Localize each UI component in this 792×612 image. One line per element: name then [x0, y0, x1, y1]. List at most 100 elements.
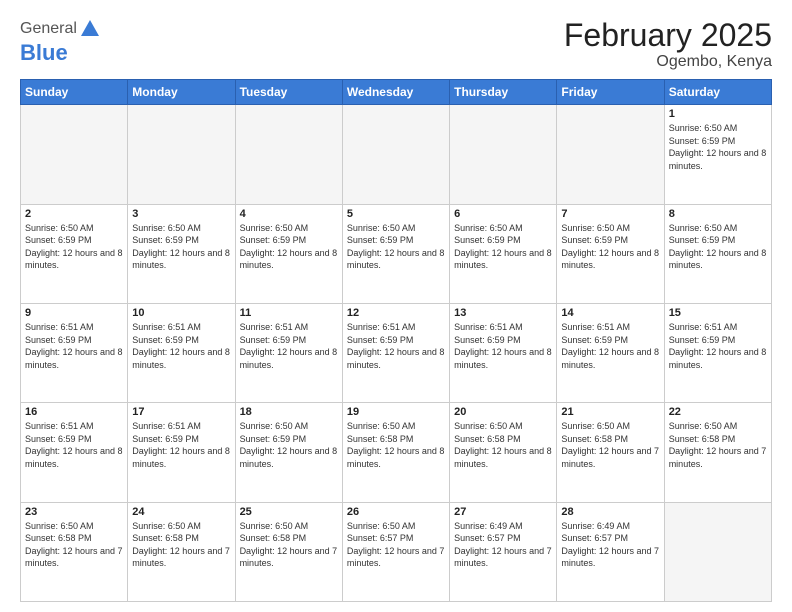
day-info: Sunrise: 6:51 AM Sunset: 6:59 PM Dayligh…: [347, 321, 445, 371]
day-info: Sunrise: 6:51 AM Sunset: 6:59 PM Dayligh…: [25, 420, 123, 470]
day-number: 8: [669, 208, 767, 220]
calendar-cell: 26 Sunrise: 6:50 AM Sunset: 6:57 PM Dayli…: [342, 502, 449, 601]
day-info: Sunrise: 6:50 AM Sunset: 6:58 PM Dayligh…: [454, 420, 552, 470]
day-number: 25: [240, 506, 338, 518]
day-number: 22: [669, 406, 767, 418]
calendar-cell: 21 Sunrise: 6:50 AM Sunset: 6:58 PM Dayli…: [557, 403, 664, 502]
calendar-cell: 4 Sunrise: 6:50 AM Sunset: 6:59 PM Daylig…: [235, 204, 342, 303]
calendar-cell: [557, 105, 664, 204]
day-info: Sunrise: 6:51 AM Sunset: 6:59 PM Dayligh…: [561, 321, 659, 371]
page: General Blue February 2025 Ogembo, Kenya…: [0, 0, 792, 612]
logo: General Blue: [20, 18, 101, 66]
day-info: Sunrise: 6:50 AM Sunset: 6:59 PM Dayligh…: [454, 222, 552, 272]
day-info: Sunrise: 6:50 AM Sunset: 6:59 PM Dayligh…: [240, 420, 338, 470]
day-info: Sunrise: 6:50 AM Sunset: 6:58 PM Dayligh…: [561, 420, 659, 470]
calendar-cell: 20 Sunrise: 6:50 AM Sunset: 6:58 PM Dayli…: [450, 403, 557, 502]
location: Ogembo, Kenya: [564, 53, 772, 71]
calendar-cell: 11Sunrise: 6:51 AM Sunset: 6:59 PM Dayli…: [235, 303, 342, 402]
day-number: 10: [132, 307, 230, 319]
day-info: Sunrise: 6:51 AM Sunset: 6:59 PM Dayligh…: [132, 420, 230, 470]
day-info: Sunrise: 6:51 AM Sunset: 6:59 PM Dayligh…: [669, 321, 767, 371]
calendar-cell: 9 Sunrise: 6:51 AM Sunset: 6:59 PM Daylig…: [21, 303, 128, 402]
day-number: 12: [347, 307, 445, 319]
calendar-cell: [664, 502, 771, 601]
calendar-cell: [21, 105, 128, 204]
day-info: Sunrise: 6:51 AM Sunset: 6:59 PM Dayligh…: [25, 321, 123, 371]
day-number: 21: [561, 406, 659, 418]
header: General Blue February 2025 Ogembo, Kenya: [20, 18, 772, 71]
day-info: Sunrise: 6:49 AM Sunset: 6:57 PM Dayligh…: [454, 520, 552, 570]
day-info: Sunrise: 6:50 AM Sunset: 6:59 PM Dayligh…: [561, 222, 659, 272]
day-info: Sunrise: 6:50 AM Sunset: 6:58 PM Dayligh…: [347, 420, 445, 470]
day-number: 24: [132, 506, 230, 518]
calendar-cell: 8 Sunrise: 6:50 AM Sunset: 6:59 PM Daylig…: [664, 204, 771, 303]
day-info: Sunrise: 6:50 AM Sunset: 6:59 PM Dayligh…: [240, 222, 338, 272]
day-number: 6: [454, 208, 552, 220]
day-number: 9: [25, 307, 123, 319]
calendar-cell: 27 Sunrise: 6:49 AM Sunset: 6:57 PM Dayli…: [450, 502, 557, 601]
day-info: Sunrise: 6:50 AM Sunset: 6:59 PM Dayligh…: [669, 122, 767, 172]
calendar-cell: 23 Sunrise: 6:50 AM Sunset: 6:58 PM Dayli…: [21, 502, 128, 601]
day-number: 27: [454, 506, 552, 518]
calendar-cell: 5 Sunrise: 6:50 AM Sunset: 6:59 PM Daylig…: [342, 204, 449, 303]
day-number: 4: [240, 208, 338, 220]
day-info: Sunrise: 6:50 AM Sunset: 6:57 PM Dayligh…: [347, 520, 445, 570]
calendar-cell: [450, 105, 557, 204]
calendar-cell: 13 Sunrise: 6:51 AM Sunset: 6:59 PM Dayli…: [450, 303, 557, 402]
day-info: Sunrise: 6:49 AM Sunset: 6:57 PM Dayligh…: [561, 520, 659, 570]
day-info: Sunrise: 6:50 AM Sunset: 6:58 PM Dayligh…: [669, 420, 767, 470]
day-number: 17: [132, 406, 230, 418]
calendar-cell: 17 Sunrise: 6:51 AM Sunset: 6:59 PM Dayli…: [128, 403, 235, 502]
day-number: 18: [240, 406, 338, 418]
calendar-cell: [128, 105, 235, 204]
day-number: 19: [347, 406, 445, 418]
day-info: Sunrise: 6:51 AM Sunset: 6:59 PM Dayligh…: [454, 321, 552, 371]
calendar-cell: 19 Sunrise: 6:50 AM Sunset: 6:58 PM Dayli…: [342, 403, 449, 502]
day-number: 1: [669, 108, 767, 120]
day-number: 20: [454, 406, 552, 418]
weekday-header-sunday: Sunday: [21, 80, 128, 105]
weekday-header-thursday: Thursday: [450, 80, 557, 105]
weekday-header-friday: Friday: [557, 80, 664, 105]
calendar-cell: 15Sunrise: 6:51 AM Sunset: 6:59 PM Dayli…: [664, 303, 771, 402]
calendar-cell: 24 Sunrise: 6:50 AM Sunset: 6:58 PM Dayli…: [128, 502, 235, 601]
calendar-cell: 3 Sunrise: 6:50 AM Sunset: 6:59 PM Daylig…: [128, 204, 235, 303]
calendar-cell: 28 Sunrise: 6:49 AM Sunset: 6:57 PM Dayli…: [557, 502, 664, 601]
calendar-cell: 18 Sunrise: 6:50 AM Sunset: 6:59 PM Dayli…: [235, 403, 342, 502]
day-number: 26: [347, 506, 445, 518]
day-number: 7: [561, 208, 659, 220]
calendar-table: SundayMondayTuesdayWednesdayThursdayFrid…: [20, 79, 772, 602]
calendar-cell: 25 Sunrise: 6:50 AM Sunset: 6:58 PM Dayli…: [235, 502, 342, 601]
title-block: February 2025 Ogembo, Kenya: [564, 18, 772, 71]
day-number: 14: [561, 307, 659, 319]
day-info: Sunrise: 6:50 AM Sunset: 6:59 PM Dayligh…: [347, 222, 445, 272]
calendar-cell: [235, 105, 342, 204]
day-number: 5: [347, 208, 445, 220]
calendar-cell: 14 Sunrise: 6:51 AM Sunset: 6:59 PM Dayli…: [557, 303, 664, 402]
logo-blue-text: Blue: [20, 40, 101, 66]
calendar-cell: 6 Sunrise: 6:50 AM Sunset: 6:59 PM Daylig…: [450, 204, 557, 303]
day-info: Sunrise: 6:51 AM Sunset: 6:59 PM Dayligh…: [132, 321, 230, 371]
day-info: Sunrise: 6:50 AM Sunset: 6:58 PM Dayligh…: [132, 520, 230, 570]
day-info: Sunrise: 6:50 AM Sunset: 6:59 PM Dayligh…: [669, 222, 767, 272]
calendar-cell: 22 Sunrise: 6:50 AM Sunset: 6:58 PM Dayli…: [664, 403, 771, 502]
day-info: Sunrise: 6:50 AM Sunset: 6:59 PM Dayligh…: [25, 222, 123, 272]
day-number: 28: [561, 506, 659, 518]
day-number: 13: [454, 307, 552, 319]
weekday-header-tuesday: Tuesday: [235, 80, 342, 105]
calendar-cell: [342, 105, 449, 204]
day-number: 3: [132, 208, 230, 220]
weekday-header-saturday: Saturday: [664, 80, 771, 105]
day-info: Sunrise: 6:50 AM Sunset: 6:59 PM Dayligh…: [132, 222, 230, 272]
day-number: 2: [25, 208, 123, 220]
day-info: Sunrise: 6:50 AM Sunset: 6:58 PM Dayligh…: [240, 520, 338, 570]
logo-icon: [79, 18, 101, 40]
day-info: Sunrise: 6:50 AM Sunset: 6:58 PM Dayligh…: [25, 520, 123, 570]
calendar-cell: 10 Sunrise: 6:51 AM Sunset: 6:59 PM Dayli…: [128, 303, 235, 402]
day-number: 23: [25, 506, 123, 518]
day-number: 16: [25, 406, 123, 418]
weekday-header-wednesday: Wednesday: [342, 80, 449, 105]
calendar-cell: 1 Sunrise: 6:50 AM Sunset: 6:59 PM Daylig…: [664, 105, 771, 204]
calendar-cell: 16 Sunrise: 6:51 AM Sunset: 6:59 PM Dayli…: [21, 403, 128, 502]
logo-general-text: General: [20, 20, 77, 38]
